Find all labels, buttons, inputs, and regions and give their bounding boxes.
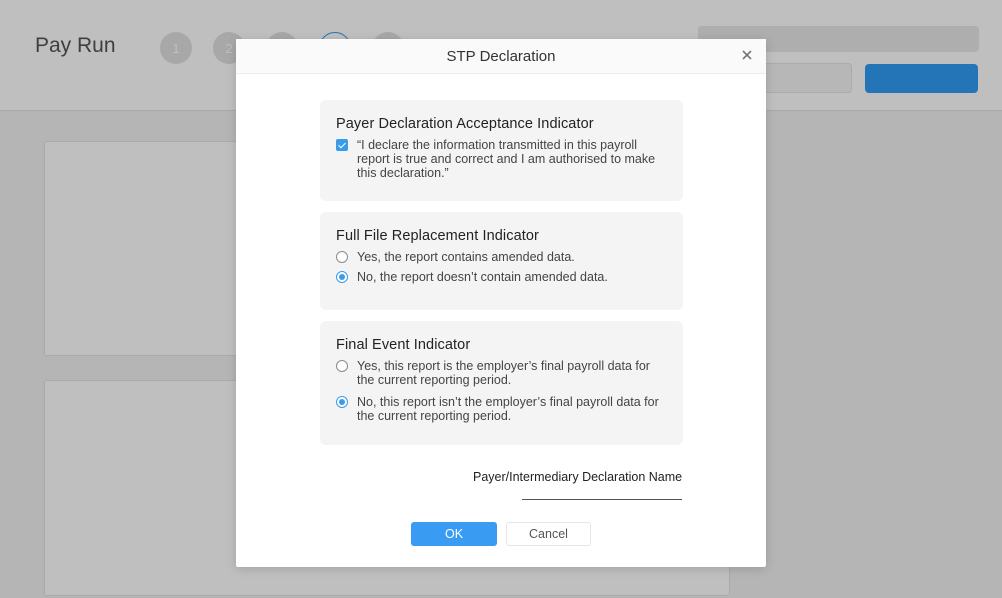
modal-header: STP Declaration (236, 39, 766, 74)
declaration-checkbox[interactable] (336, 139, 348, 151)
option-label: No, this report isn’t the employer’s fin… (357, 395, 659, 423)
declaration-text: “I declare the information transmitted i… (357, 138, 656, 180)
modal-title: STP Declaration (446, 47, 556, 65)
final-event-option-no[interactable]: No, this report isn’t the employer’s fin… (336, 395, 667, 423)
close-icon[interactable] (740, 48, 754, 62)
section-title: Payer Declaration Acceptance Indicator (336, 116, 594, 132)
cancel-button[interactable]: Cancel (506, 522, 591, 546)
option-label: Yes, the report contains amended data. (357, 250, 575, 264)
option-label: No, the report doesn’t contain amended d… (357, 270, 608, 284)
replacement-option-no[interactable]: No, the report doesn’t contain amended d… (336, 270, 667, 284)
radio-button[interactable] (336, 251, 348, 263)
section-title: Final Event Indicator (336, 337, 471, 353)
radio-button[interactable] (336, 271, 348, 283)
replacement-option-yes[interactable]: Yes, the report contains amended data. (336, 250, 667, 264)
stp-declaration-modal: STP Declaration Payer Declaration Accept… (236, 39, 766, 567)
radio-button[interactable] (336, 396, 348, 408)
section-title: Full File Replacement Indicator (336, 228, 539, 244)
declaration-name-input[interactable] (522, 488, 682, 500)
payer-declaration-option[interactable]: “I declare the information transmitted i… (336, 138, 667, 180)
option-label: Yes, this report is the employer’s final… (357, 359, 650, 387)
declaration-name-label: Payer/Intermediary Declaration Name (473, 470, 683, 484)
radio-button[interactable] (336, 360, 348, 372)
payer-declaration-section: Payer Declaration Acceptance Indicator “… (320, 100, 683, 201)
final-event-option-yes[interactable]: Yes, this report is the employer’s final… (336, 359, 667, 387)
final-event-section: Final Event Indicator Yes, this report i… (320, 321, 683, 445)
ok-button[interactable]: OK (411, 522, 497, 546)
full-file-replacement-section: Full File Replacement Indicator Yes, the… (320, 212, 683, 310)
